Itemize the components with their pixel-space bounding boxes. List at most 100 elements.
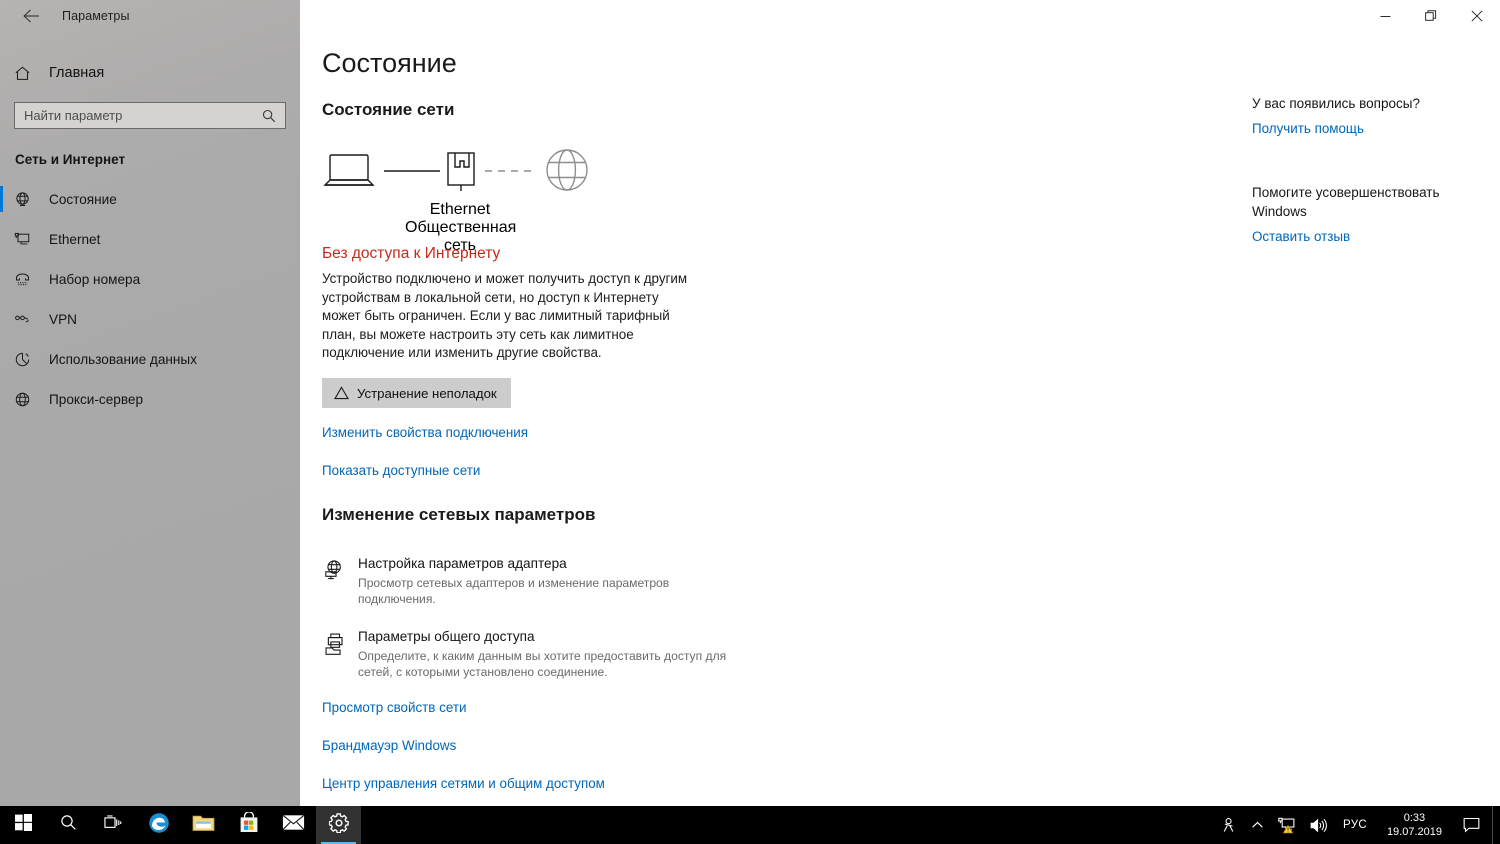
- network-diagram: Ethernet Общественная сеть: [322, 145, 622, 254]
- sidebar-item-label: Состояние: [49, 191, 117, 207]
- option-adapter-settings[interactable]: Настройка параметров адаптера Просмотр с…: [322, 555, 728, 608]
- task-view-icon: [104, 814, 123, 836]
- globe-icon: [546, 149, 588, 191]
- link-give-feedback[interactable]: Оставить отзыв: [1252, 229, 1467, 244]
- laptop-icon: [323, 154, 375, 186]
- edge-browser-icon: [148, 812, 170, 839]
- sidebar-item-ethernet[interactable]: Ethernet: [0, 219, 300, 259]
- search-container: [0, 102, 300, 129]
- troubleshoot-button[interactable]: Устранение неполадок: [322, 378, 511, 408]
- taskbar-search-button[interactable]: [46, 806, 91, 844]
- envelope-icon: [282, 814, 305, 836]
- section-heading-change-parameters: Изменение сетевых параметров: [322, 505, 596, 524]
- search-icon[interactable]: [258, 109, 285, 123]
- option-sharing-text: Параметры общего доступа Определите, к к…: [358, 628, 728, 681]
- help-improve-heading: Помогите усовершенствовать Windows: [1252, 185, 1440, 219]
- vpn-icon: [14, 311, 44, 328]
- status-headline: Без доступа к Интернету: [322, 245, 501, 262]
- option-title: Настройка параметров адаптера: [358, 556, 567, 571]
- taskbar-file-explorer-button[interactable]: [181, 806, 226, 844]
- window-title: Параметры: [62, 9, 130, 23]
- sidebar-item-label: VPN: [49, 311, 77, 327]
- help-panel: У вас появились вопросы? Получить помощь…: [1252, 94, 1467, 244]
- sidebar-item-label: Прокси-сервер: [49, 391, 144, 407]
- back-arrow-icon[interactable]: [14, 2, 48, 30]
- dial-up-icon: [14, 271, 44, 288]
- ethernet-port-icon: [447, 152, 475, 191]
- option-adapter-text: Настройка параметров адаптера Просмотр с…: [358, 555, 728, 608]
- link-change-connection-properties[interactable]: Изменить свойства подключения: [322, 425, 528, 440]
- gear-icon: [328, 812, 349, 838]
- sidebar-item-status[interactable]: Состояние: [0, 179, 300, 219]
- warning-triangle-icon: [334, 386, 349, 400]
- sidebar: Параметры Главная Сеть и Интернет: [0, 0, 300, 806]
- page-title: Состояние: [322, 48, 457, 78]
- taskbar-settings-button[interactable]: [316, 806, 361, 844]
- clock[interactable]: 0:33 19.07.2019: [1376, 806, 1453, 844]
- link-network-and-sharing-center[interactable]: Центр управления сетями и общим доступом: [322, 776, 605, 791]
- taskbar-start-button[interactable]: [0, 806, 46, 844]
- adapter-name: Ethernet: [429, 201, 491, 218]
- sidebar-item-dial-up[interactable]: Набор номера: [0, 259, 300, 299]
- link-get-help[interactable]: Получить помощь: [1252, 121, 1467, 136]
- taskbar-task-view-button[interactable]: [91, 806, 136, 844]
- sharing-printer-icon: [322, 628, 358, 681]
- search-box[interactable]: [14, 102, 286, 129]
- sidebar-item-proxy[interactable]: Прокси-сервер: [0, 379, 300, 419]
- show-desktop-button[interactable]: [1492, 806, 1500, 844]
- sidebar-item-home[interactable]: Главная: [0, 53, 300, 93]
- network-status-icon: [14, 191, 44, 208]
- system-tray: РУС 0:33 19.07.2019: [1214, 806, 1500, 844]
- status-description: Устройство подключено и может получить д…: [322, 271, 688, 361]
- clock-date: 19.07.2019: [1386, 826, 1442, 838]
- action-center-icon[interactable]: [1453, 806, 1492, 844]
- proxy-icon: [14, 391, 44, 408]
- taskbar-edge-button[interactable]: [136, 806, 181, 844]
- restore-icon[interactable]: [1408, 0, 1454, 32]
- selection-accent-bar: [0, 186, 3, 212]
- taskbar: РУС 0:33 19.07.2019: [0, 806, 1500, 844]
- sidebar-item-label: Использование данных: [49, 351, 197, 367]
- sidebar-item-label: Ethernet: [49, 231, 101, 247]
- store-bag-icon: [239, 811, 259, 838]
- sidebar-nav: Состояние Ethernet Набор номера VPN Испо…: [0, 179, 300, 419]
- option-description: Просмотр сетевых адаптеров и изменение п…: [358, 576, 670, 607]
- link-windows-firewall[interactable]: Брандмауэр Windows: [322, 738, 456, 753]
- sidebar-item-vpn[interactable]: VPN: [0, 299, 300, 339]
- ethernet-icon: [14, 231, 44, 248]
- taskbar-microsoft-store-button[interactable]: [226, 806, 271, 844]
- section-heading-network-status: Состояние сети: [322, 100, 455, 119]
- sidebar-item-label: Набор номера: [49, 271, 141, 287]
- data-usage-icon: [14, 351, 44, 368]
- close-icon[interactable]: [1454, 0, 1500, 32]
- window-titlebar-left: Параметры: [0, 0, 300, 32]
- main-content: Состояние Состояние сети Ethernet Общест…: [300, 0, 1500, 806]
- people-icon[interactable]: [1214, 806, 1244, 844]
- search-input[interactable]: [15, 103, 258, 128]
- clock-time: 0:33: [1403, 812, 1426, 824]
- taskbar-mail-button[interactable]: [271, 806, 316, 844]
- option-title: Параметры общего доступа: [358, 629, 535, 644]
- windows-logo-icon: [14, 814, 32, 836]
- search-icon: [60, 814, 77, 836]
- link-show-available-networks[interactable]: Показать доступные сети: [322, 463, 480, 478]
- window-controls: [1362, 0, 1500, 32]
- sidebar-home-label: Главная: [49, 65, 105, 81]
- help-question-heading: У вас появились вопросы?: [1252, 96, 1420, 111]
- minimize-icon[interactable]: [1362, 0, 1408, 32]
- settings-window: Параметры Главная Сеть и Интернет: [0, 0, 1500, 844]
- option-description: Определите, к каким данным вы хотите пре…: [358, 649, 727, 680]
- sidebar-category-title: Сеть и Интернет: [15, 152, 126, 167]
- home-icon: [14, 65, 44, 82]
- network-warning-icon[interactable]: [1271, 806, 1303, 844]
- link-view-network-properties[interactable]: Просмотр свойств сети: [322, 700, 466, 715]
- sidebar-item-data-usage[interactable]: Использование данных: [0, 339, 300, 379]
- chevron-up-icon[interactable]: [1244, 806, 1271, 844]
- option-sharing-settings[interactable]: Параметры общего доступа Определите, к к…: [322, 628, 728, 681]
- language-indicator[interactable]: РУС: [1334, 806, 1376, 844]
- network-adapter-icon: [322, 555, 358, 608]
- folder-icon: [192, 813, 215, 837]
- troubleshoot-button-label: Устранение неполадок: [357, 385, 497, 401]
- speaker-icon[interactable]: [1303, 806, 1334, 844]
- help-improve-block: Помогите усовершенствовать Windows Остав…: [1252, 183, 1467, 244]
